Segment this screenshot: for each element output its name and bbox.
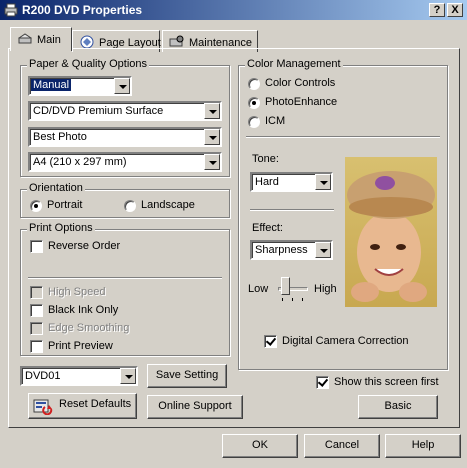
color-divider xyxy=(246,136,440,138)
media-type-value: CD/DVD Premium Surface xyxy=(33,105,164,117)
photo-enhance-label: PhotoEnhance xyxy=(265,96,338,108)
chevron-down-icon[interactable] xyxy=(204,154,220,170)
maintenance-icon xyxy=(169,35,184,47)
black-ink-only-checkbox[interactable] xyxy=(30,304,43,317)
reset-defaults-button[interactable]: Reset Defaults xyxy=(28,393,137,419)
slider-low-label: Low xyxy=(248,283,269,295)
slider-thumb[interactable] xyxy=(281,277,291,295)
high-speed-label: High Speed xyxy=(48,286,106,298)
chevron-down-icon[interactable] xyxy=(120,368,136,384)
printer-app-icon xyxy=(4,3,18,17)
mode-select[interactable]: Manual xyxy=(28,76,132,96)
close-title-button[interactable]: X xyxy=(447,3,463,17)
high-speed-checkbox[interactable] xyxy=(30,286,43,299)
chevron-down-icon[interactable] xyxy=(204,103,220,119)
chevron-down-icon[interactable] xyxy=(114,78,130,94)
page-layout-icon xyxy=(80,35,94,49)
tone-divider xyxy=(250,209,334,211)
save-setting-button[interactable]: Save Setting xyxy=(147,364,227,388)
paper-size-value: A4 (210 x 297 mm) xyxy=(33,156,127,168)
effect-value: Sharpness xyxy=(255,244,308,256)
paper-size-select[interactable]: A4 (210 x 297 mm) xyxy=(28,152,222,172)
saved-setting-select[interactable]: DVD01 xyxy=(20,366,138,386)
tone-select[interactable]: Hard xyxy=(250,172,333,192)
reverse-order-checkbox[interactable] xyxy=(30,240,43,253)
basic-button[interactable]: Basic xyxy=(358,395,438,419)
chevron-down-icon[interactable] xyxy=(204,129,220,145)
black-ink-only-label: Black Ink Only xyxy=(48,304,119,316)
quality-select[interactable]: Best Photo xyxy=(28,127,222,147)
icm-label: ICM xyxy=(265,115,286,127)
print-preview-checkbox[interactable] xyxy=(30,340,43,353)
print-preview-label: Print Preview xyxy=(48,340,113,352)
digital-camera-label: Digital Camera Correction xyxy=(282,335,409,347)
chevron-down-icon[interactable] xyxy=(315,242,331,258)
edge-smoothing-checkbox[interactable] xyxy=(30,322,43,335)
reset-defaults-label: Reset Defaults xyxy=(59,398,132,410)
portrait-radio[interactable] xyxy=(30,200,42,212)
saved-setting-value: DVD01 xyxy=(25,370,61,382)
window-title: R200 DVD Properties xyxy=(22,3,143,17)
ok-button[interactable]: OK xyxy=(222,434,298,458)
tab-main[interactable]: Main xyxy=(10,27,72,51)
color-controls-radio[interactable] xyxy=(248,78,260,90)
title-bar: R200 DVD Properties ? X xyxy=(0,0,467,20)
tab-main-label: Main xyxy=(37,34,61,46)
effect-label: Effect: xyxy=(252,222,283,234)
mode-value: Manual xyxy=(31,79,72,91)
online-support-button[interactable]: Online Support xyxy=(147,395,243,419)
cancel-button[interactable]: Cancel xyxy=(304,434,380,458)
tone-label: Tone: xyxy=(252,153,279,165)
preview-photo xyxy=(345,157,437,307)
color-controls-label: Color Controls xyxy=(265,77,336,89)
chevron-down-icon[interactable] xyxy=(315,174,331,190)
show-screen-first-label: Show this screen first xyxy=(334,376,439,388)
paper-quality-title: Paper & Quality Options xyxy=(27,58,150,70)
edge-smoothing-label: Edge Smoothing xyxy=(48,322,130,334)
reverse-order-label: Reverse Order xyxy=(48,240,121,252)
slider-tick xyxy=(282,298,283,301)
print-options-divider xyxy=(28,277,222,279)
landscape-radio[interactable] xyxy=(124,200,136,212)
show-screen-first-checkbox[interactable] xyxy=(316,376,329,389)
quality-value: Best Photo xyxy=(33,131,87,143)
printer-main-icon xyxy=(18,33,32,44)
portrait-label: Portrait xyxy=(47,199,83,211)
tone-value: Hard xyxy=(255,176,279,188)
media-type-select[interactable]: CD/DVD Premium Surface xyxy=(28,101,222,121)
slider-tick xyxy=(302,298,303,301)
reset-defaults-icon xyxy=(33,399,53,415)
orientation-title: Orientation xyxy=(27,182,85,194)
digital-camera-checkbox[interactable] xyxy=(264,335,277,348)
photo-enhance-radio[interactable] xyxy=(248,97,260,109)
icm-radio[interactable] xyxy=(248,116,260,128)
print-options-title: Print Options xyxy=(27,222,95,234)
help-title-button[interactable]: ? xyxy=(429,3,445,17)
effect-select[interactable]: Sharpness xyxy=(250,240,333,260)
slider-high-label: High xyxy=(314,283,337,295)
color-management-title: Color Management xyxy=(245,58,343,70)
slider-tick xyxy=(292,298,293,301)
help-button[interactable]: Help xyxy=(385,434,461,458)
landscape-label: Landscape xyxy=(141,199,195,211)
